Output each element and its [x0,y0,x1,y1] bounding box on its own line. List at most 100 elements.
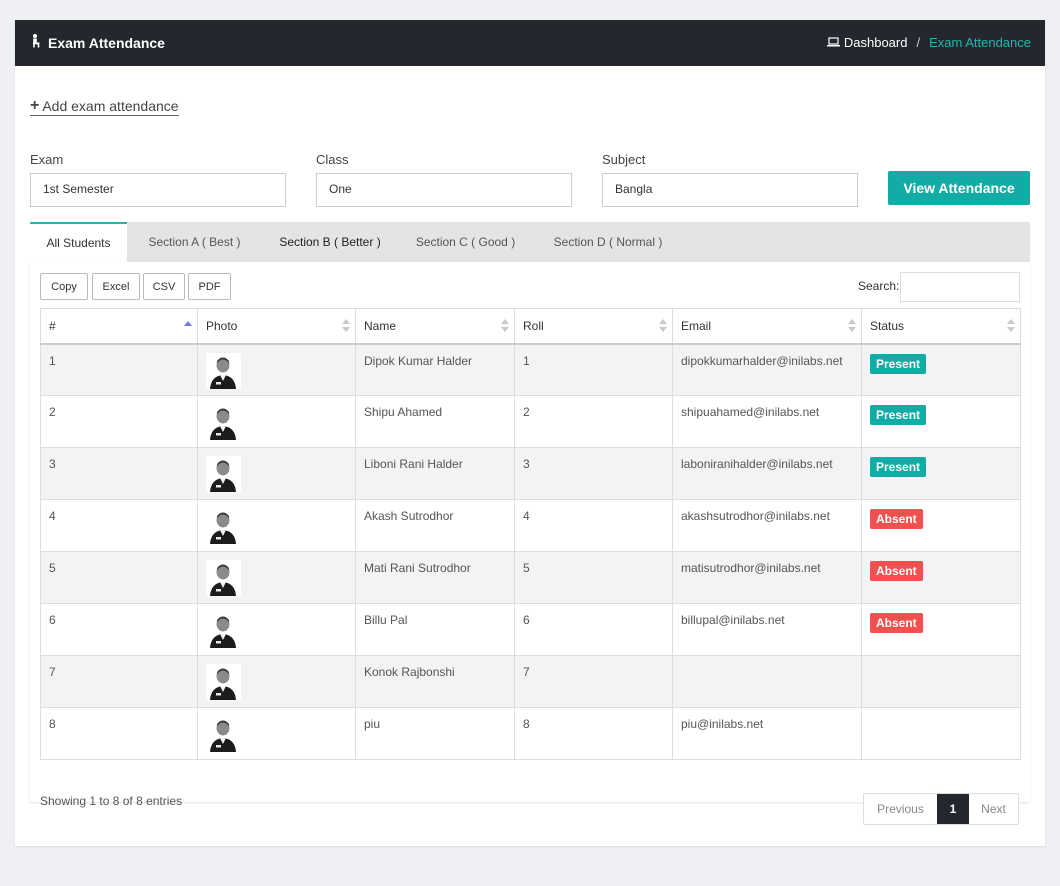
view-attendance-button[interactable]: View Attendance [888,171,1030,205]
cell-photo [197,603,356,656]
sort-icon [501,319,509,333]
cell-photo [197,707,356,760]
user-avatar-icon [206,664,241,700]
cell-name: Mati Rani Sutrodhor [355,551,515,604]
cell-name: Billu Pal [355,603,515,656]
column-header-email[interactable]: Email [672,308,862,345]
cell-photo [197,395,356,448]
exam-label: Exam [30,152,64,167]
sort-icon [342,319,350,333]
add-exam-attendance-link[interactable]: + Add exam attendance [30,98,179,116]
sort-icon [1007,319,1015,333]
table-row: 6 Billu Pal 6 billupal@inilabs.net Absent [40,603,1021,656]
table-row: 4 Akash Sutrodhor 4 akashsutrodhor@inilabs.… [40,499,1021,552]
user-seated-icon [31,34,43,51]
column-header-number[interactable]: # [40,308,198,345]
cell-roll: 3 [514,447,673,500]
cell-status: Absent [861,499,1021,552]
column-header-photo[interactable]: Photo [197,308,356,345]
column-header-label: # [49,318,56,333]
status-badge: Absent [870,509,923,529]
laptop-icon [826,35,840,50]
column-header-roll[interactable]: Roll [514,308,673,345]
cell-email: matisutrodhor@inilabs.net [672,551,862,604]
table-row: 5 Mati Rani Sutrodhor 5 matisutrodhor@inila… [40,551,1021,604]
cell-number: 1 [40,343,198,396]
column-header-name[interactable]: Name [355,308,515,345]
next-page-button[interactable]: Next [969,794,1018,824]
add-exam-attendance-label: Add exam attendance [42,98,179,114]
cell-number: 7 [40,655,198,708]
previous-page-button[interactable]: Previous [864,794,937,824]
pdf-button[interactable]: PDF [188,273,231,300]
cell-name: Dipok Kumar Halder [355,343,515,396]
breadcrumb-current: Exam Attendance [929,35,1031,50]
cell-name: Shipu Ahamed [355,395,515,448]
user-avatar-icon [206,404,241,440]
table-row: 1 Dipok Kumar Halder 1 dipokkumarhalder@ini… [40,343,1021,396]
cell-roll: 8 [514,707,673,760]
tab-section-a[interactable]: Section A ( Best ) [127,222,262,262]
cell-name: Akash Sutrodhor [355,499,515,552]
cell-email [672,655,862,708]
status-badge: Absent [870,613,923,633]
tab-section-c[interactable]: Section C ( Good ) [398,222,533,262]
cell-status: Absent [861,603,1021,656]
cell-status [861,655,1021,708]
exam-select[interactable]: 1st Semester [30,173,286,207]
excel-button[interactable]: Excel [92,273,140,300]
cell-email: akashsutrodhor@inilabs.net [672,499,862,552]
cell-number: 2 [40,395,198,448]
cell-roll: 6 [514,603,673,656]
exam-attendance-panel: Exam Attendance Dashboard / Exam Attenda… [15,20,1045,846]
subject-label: Subject [602,152,646,167]
students-table: # Photo Name Roll Email Status 1 Dipok Ku… [40,308,1021,760]
tab-all-students[interactable]: All Students [30,222,127,262]
user-avatar-icon [206,352,241,389]
cell-photo [197,655,356,708]
class-select[interactable]: One [316,173,572,207]
search-label: Search: [858,279,900,293]
search-input[interactable] [900,272,1020,302]
column-header-status[interactable]: Status [861,308,1021,345]
user-avatar-icon [206,716,241,752]
cell-photo [197,551,356,604]
table-row: 8 piu 8 piu@inilabs.net [40,707,1021,760]
table-header-row: # Photo Name Roll Email Status [40,308,1021,345]
column-header-label: Name [364,318,397,333]
tab-section-d[interactable]: Section D ( Normal ) [533,222,683,262]
cell-email: piu@inilabs.net [672,707,862,760]
breadcrumb: Dashboard / Exam Attendance [826,35,1031,50]
page-1-button[interactable]: 1 [937,794,969,824]
table-info: Showing 1 to 8 of 8 entries [40,794,183,808]
breadcrumb-dashboard-link[interactable]: Dashboard [844,35,908,50]
user-avatar-icon [206,560,241,596]
copy-button[interactable]: Copy [40,273,88,300]
sort-asc-icon [184,319,192,333]
breadcrumb-separator: / [916,35,921,50]
sort-icon [659,319,667,333]
panel-header: Exam Attendance Dashboard / Exam Attenda… [15,20,1045,66]
pagination: Previous 1 Next [863,793,1019,825]
cell-email: shipuahamed@inilabs.net [672,395,862,448]
table-body: 1 Dipok Kumar Halder 1 dipokkumarhalder@ini… [40,343,1021,760]
cell-email: laboniranihalder@inilabs.net [672,447,862,500]
csv-button[interactable]: CSV [143,273,185,300]
user-avatar-icon [206,456,241,492]
cell-roll: 7 [514,655,673,708]
section-tabs: All Students Section A ( Best ) Section … [30,222,1030,262]
cell-number: 4 [40,499,198,552]
column-header-label: Photo [206,318,238,333]
subject-select[interactable]: Bangla [602,173,858,207]
cell-photo [197,447,356,500]
cell-status: Absent [861,551,1021,604]
tab-section-b[interactable]: Section B ( Better ) [262,222,398,262]
cell-status: Present [861,395,1021,448]
status-badge: Absent [870,561,923,581]
header-title-wrap: Exam Attendance [31,34,165,51]
cell-email: dipokkumarhalder@inilabs.net [672,343,862,396]
cell-photo [197,343,356,396]
tab-content: Copy Excel CSV PDF Search: # Photo Name … [30,262,1030,808]
column-header-label: Status [870,318,905,333]
column-header-label: Email [681,318,712,333]
